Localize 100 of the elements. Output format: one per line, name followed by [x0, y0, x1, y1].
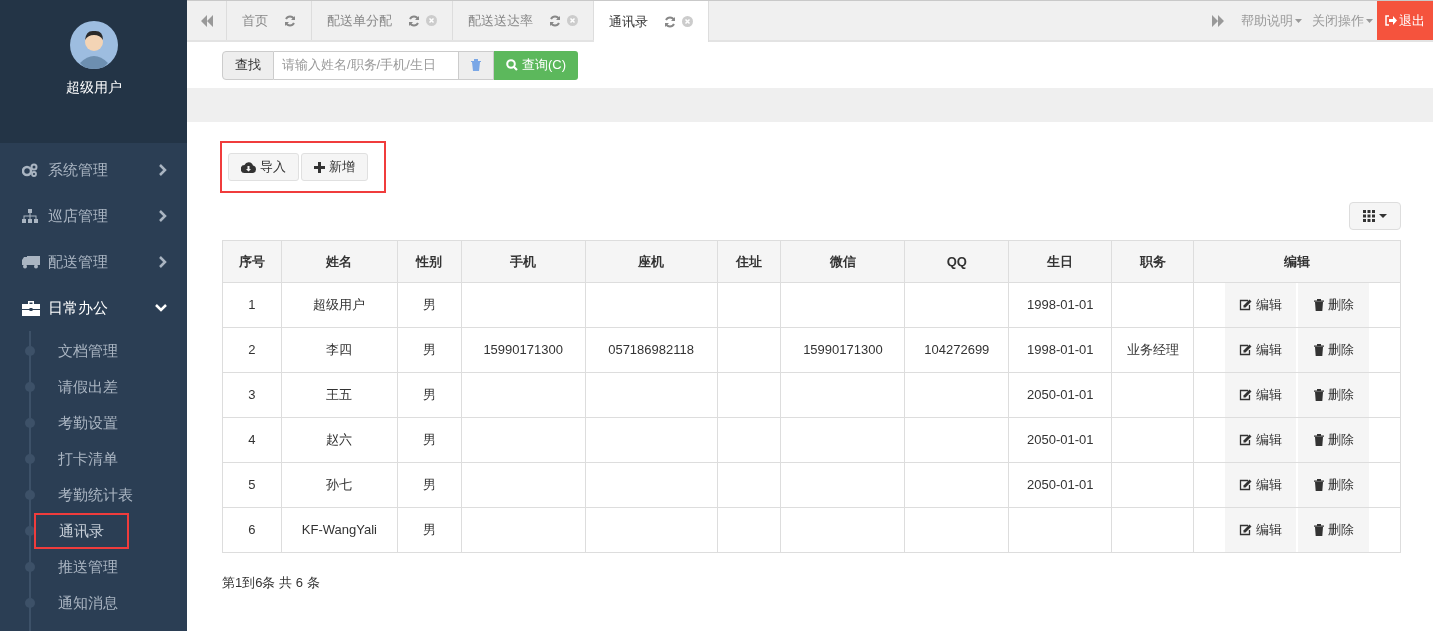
delete-button[interactable]: 删除 [1298, 283, 1369, 327]
double-right-arrow-icon [1211, 14, 1225, 27]
table-cell: 1998-01-01 [1026, 342, 1094, 358]
trash-icon [1313, 389, 1324, 401]
cloud-download-icon [241, 161, 256, 173]
table-cell: KF-WangYali [301, 522, 377, 538]
table-cell: 男 [422, 522, 436, 538]
user-name: 超级用户 [65, 78, 122, 97]
column-header: 职务 [1111, 240, 1194, 283]
table-cell: 王五 [326, 387, 353, 403]
table-cell: 赵六 [326, 432, 353, 448]
import-button[interactable]: 导入 [228, 153, 299, 181]
submenu-item[interactable]: 请假出差 [34, 369, 142, 405]
close-icon[interactable] [567, 15, 578, 26]
column-header: 编辑 [1193, 240, 1401, 283]
edit-button[interactable]: 编辑 [1225, 508, 1296, 552]
submenu-item[interactable]: 文档管理 [34, 333, 142, 369]
trash-icon [1313, 299, 1324, 311]
table-cell: 2 [248, 342, 256, 358]
gears-icon [22, 163, 38, 177]
delete-button[interactable]: 删除 [1298, 418, 1369, 462]
submenu-item[interactable]: 考勤设置 [34, 405, 142, 441]
menu-item[interactable]: 系统管理 [0, 147, 187, 193]
menu-item[interactable]: 巡店管理 [0, 193, 187, 239]
column-header: 序号 [222, 240, 282, 283]
sign-out-icon [1385, 15, 1397, 26]
submenu-item[interactable]: 推送管理 [34, 549, 142, 585]
table-cell: 男 [422, 432, 436, 448]
refresh-icon[interactable] [664, 15, 676, 28]
column-header: 姓名 [281, 240, 398, 283]
trash-icon [1313, 344, 1324, 356]
column-header: 座机 [585, 240, 718, 283]
refresh-icon[interactable] [408, 14, 420, 27]
table-cell: 4 [248, 432, 256, 448]
table-cell: 104272699 [924, 342, 990, 358]
table-cell: 男 [422, 477, 436, 493]
caret-icon [1379, 214, 1387, 218]
chevron-down-icon [155, 304, 167, 312]
plus-icon [314, 161, 325, 173]
trash-icon [1313, 479, 1324, 491]
edit-icon [1239, 434, 1252, 446]
chevron-right-icon [159, 256, 167, 268]
submenu-item[interactable]: 通知消息 [34, 585, 142, 621]
column-header: 住址 [717, 240, 781, 283]
grid-icon [1363, 210, 1375, 222]
delete-button[interactable]: 删除 [1298, 328, 1369, 372]
table-cell: 1998-01-01 [1026, 297, 1094, 313]
submenu-item[interactable]: 通讯录 [34, 513, 129, 549]
briefcase-icon [22, 300, 40, 316]
edit-button[interactable]: 编辑 [1225, 373, 1296, 417]
table-cell: 男 [422, 297, 436, 313]
table-cell: 2050-01-01 [1026, 387, 1094, 403]
table-cell: 2050-01-01 [1026, 432, 1094, 448]
delete-button[interactable]: 删除 [1298, 463, 1369, 507]
table-cell: 1 [248, 297, 256, 313]
edit-icon [1239, 524, 1252, 536]
refresh-icon[interactable] [549, 14, 561, 27]
table-cell: 李四 [326, 342, 353, 358]
column-header: QQ [904, 240, 1009, 283]
tab[interactable]: 通讯录 [594, 1, 709, 42]
truck-icon [22, 255, 40, 269]
refresh-icon[interactable] [284, 14, 296, 27]
delete-button[interactable]: 删除 [1298, 508, 1369, 552]
trash-icon [1313, 434, 1324, 446]
table-cell: 男 [422, 387, 436, 403]
add-button[interactable]: 新增 [301, 153, 368, 181]
edit-button[interactable]: 编辑 [1225, 328, 1296, 372]
close-icon[interactable] [426, 15, 437, 26]
chevron-right-icon [159, 210, 167, 222]
search-field[interactable]: 请输入姓名/职务/手机/生日 [274, 50, 458, 80]
edit-button[interactable]: 编辑 [1225, 463, 1296, 507]
table-cell: 3 [248, 387, 256, 403]
search-label: 查找 [222, 50, 274, 80]
edit-button[interactable]: 编辑 [1225, 283, 1296, 327]
table-cell: 孙七 [326, 477, 353, 493]
submenu-item[interactable]: 打卡清单 [34, 441, 142, 477]
search-icon [506, 59, 518, 71]
menu-item[interactable]: 日常办公 [0, 285, 187, 331]
menu-item[interactable]: 配送管理 [0, 239, 187, 285]
submenu-item[interactable]: 考勤统计表 [34, 477, 157, 513]
table-cell: 2050-01-01 [1026, 477, 1094, 493]
table-cell: 业务经理 [1126, 342, 1179, 358]
table-cell: 男 [422, 342, 436, 358]
edit-icon [1239, 344, 1252, 356]
column-header: 微信 [780, 240, 905, 283]
column-header: 手机 [461, 240, 586, 283]
columns-button[interactable] [1349, 202, 1401, 230]
edit-icon [1239, 389, 1252, 401]
close-icon[interactable] [682, 16, 693, 27]
chevron-right-icon [159, 164, 167, 176]
table-cell: 15990171300 [803, 342, 883, 358]
trash-icon [1313, 524, 1324, 536]
column-header: 性别 [397, 240, 462, 283]
edit-icon [1239, 299, 1252, 311]
clear-button[interactable] [458, 50, 494, 80]
edit-button[interactable]: 编辑 [1225, 418, 1296, 462]
table-cell: 超级用户 [313, 297, 366, 313]
sitemap-icon [22, 209, 38, 223]
table-cell: 6 [248, 522, 256, 538]
delete-button[interactable]: 删除 [1298, 373, 1369, 417]
